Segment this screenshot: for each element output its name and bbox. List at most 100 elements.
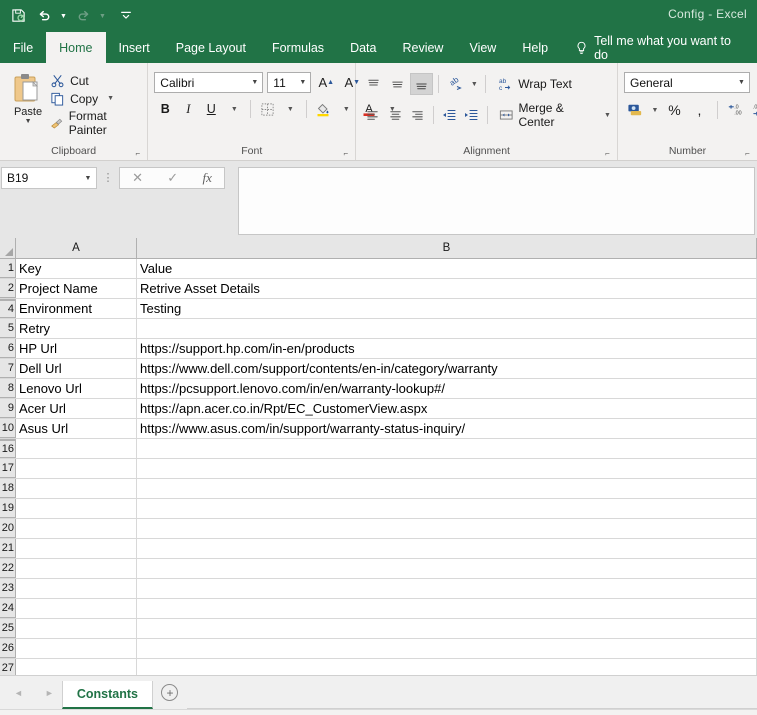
align-right-button[interactable] [407, 104, 428, 126]
row-header[interactable]: 22 [0, 559, 16, 578]
cell-b21[interactable] [137, 539, 757, 558]
cell-a22[interactable] [16, 559, 137, 578]
save-icon[interactable] [6, 3, 30, 27]
row-header[interactable]: 18 [0, 479, 16, 498]
cell-b25[interactable] [137, 619, 757, 638]
row-header[interactable]: 27 [0, 659, 16, 675]
row-header[interactable]: 1 [0, 259, 16, 278]
row-header[interactable]: 6 [0, 339, 16, 358]
table-row[interactable]: 27 [0, 659, 757, 675]
table-row[interactable]: 8 Lenovo Url https://pcsupport.lenovo.com/… [0, 379, 757, 399]
number-format-dropdown-icon[interactable]: ▼ [734, 79, 749, 86]
italic-button[interactable]: I [177, 98, 199, 120]
cell-a27[interactable] [16, 659, 137, 675]
borders-dropdown-icon[interactable]: ▼ [279, 98, 301, 120]
underline-dropdown-icon[interactable]: ▼ [223, 98, 245, 120]
bold-button[interactable]: B [154, 98, 176, 120]
table-row[interactable]: 17 [0, 459, 757, 479]
table-row[interactable]: 4 Environment Testing [0, 299, 757, 319]
borders-button[interactable] [256, 98, 278, 120]
previous-sheet-icon[interactable]: ◄ [14, 688, 23, 698]
number-format-combo[interactable]: General ▼ [624, 72, 750, 93]
cell-b1[interactable]: Value [137, 259, 757, 278]
cell-a26[interactable] [16, 639, 137, 658]
cell-a24[interactable] [16, 599, 137, 618]
sheet-tab-constants[interactable]: Constants [61, 681, 153, 709]
cell-a18[interactable] [16, 479, 137, 498]
tab-insert[interactable]: Insert [106, 32, 163, 63]
cell-a10[interactable]: Asus Url [16, 419, 137, 438]
cell-b16[interactable] [137, 439, 757, 458]
font-name-dropdown-icon[interactable]: ▼ [247, 79, 262, 86]
cell-b10[interactable]: https://www.asus.com/in/support/warranty… [137, 419, 757, 438]
row-header[interactable]: 7 [0, 359, 16, 378]
decrease-indent-button[interactable] [439, 104, 460, 126]
table-row[interactable]: 2 Project Name Retrive Asset Details [0, 279, 757, 299]
cell-b2[interactable]: Retrive Asset Details [137, 279, 757, 298]
tab-help[interactable]: Help [509, 32, 561, 63]
undo-dropdown-icon[interactable]: ▼ [58, 3, 69, 27]
cell-a8[interactable]: Lenovo Url [16, 379, 137, 398]
row-header[interactable]: 4 [0, 299, 16, 318]
table-row[interactable]: 18 [0, 479, 757, 499]
copy-dropdown-icon[interactable]: ▼ [107, 95, 114, 102]
cell-b9[interactable]: https://apn.acer.co.in/Rpt/EC_CustomerVi… [137, 399, 757, 418]
row-header[interactable]: 19 [0, 499, 16, 518]
cell-b17[interactable] [137, 459, 757, 478]
table-row[interactable]: 16 [0, 439, 757, 459]
cell-b27[interactable] [137, 659, 757, 675]
cell-a1[interactable]: Key [16, 259, 137, 278]
table-row[interactable]: 24 [0, 599, 757, 619]
tab-formulas[interactable]: Formulas [259, 32, 337, 63]
tab-file[interactable]: File [0, 32, 46, 63]
cell-b19[interactable] [137, 499, 757, 518]
font-size-dropdown-icon[interactable]: ▼ [295, 79, 310, 86]
row-header[interactable]: 9 [0, 399, 16, 418]
copy-button[interactable]: Copy ▼ [50, 91, 141, 106]
cell-b8[interactable]: https://pcsupport.lenovo.com/in/en/warra… [137, 379, 757, 398]
table-row[interactable]: 26 [0, 639, 757, 659]
align-left-button[interactable] [362, 104, 383, 126]
cell-a4[interactable]: Environment [16, 299, 137, 318]
next-sheet-icon[interactable]: ► [45, 688, 54, 698]
tab-review[interactable]: Review [389, 32, 456, 63]
cell-b23[interactable] [137, 579, 757, 598]
align-bottom-button[interactable] [410, 73, 434, 95]
increase-font-size-button[interactable]: A ▲ [315, 72, 337, 93]
row-header[interactable]: 10 [0, 419, 16, 438]
row-header[interactable]: 16 [0, 439, 16, 458]
cell-b6[interactable]: https://support.hp.com/in-en/products [137, 339, 757, 358]
insert-function-icon[interactable]: fx [202, 170, 211, 186]
undo-icon[interactable] [32, 3, 56, 27]
fill-color-dropdown-icon[interactable]: ▼ [335, 98, 357, 120]
row-header[interactable]: 17 [0, 459, 16, 478]
row-header[interactable]: 25 [0, 619, 16, 638]
cell-b20[interactable] [137, 519, 757, 538]
accounting-format-button[interactable] [624, 99, 647, 121]
cell-a6[interactable]: HP Url [16, 339, 137, 358]
cell-b4[interactable]: Testing [137, 299, 757, 318]
cell-a25[interactable] [16, 619, 137, 638]
alignment-dialog-launcher-icon[interactable]: ⌐ [603, 149, 612, 158]
table-row[interactable]: 1 Key Value [0, 259, 757, 279]
orientation-dropdown-icon[interactable]: ▼ [468, 73, 480, 95]
merge-center-dropdown-icon[interactable]: ▼ [604, 112, 611, 119]
format-painter-button[interactable]: Format Painter [50, 109, 141, 137]
row-header[interactable]: 26 [0, 639, 16, 658]
table-row[interactable]: 5 Retry [0, 319, 757, 339]
cell-a7[interactable]: Dell Url [16, 359, 137, 378]
decrease-decimal-button[interactable]: .00 .0 [749, 99, 757, 121]
table-row[interactable]: 21 [0, 539, 757, 559]
column-header-a[interactable]: A [16, 238, 137, 258]
column-header-b[interactable]: B [137, 238, 757, 258]
formula-input[interactable] [238, 167, 755, 235]
cell-b22[interactable] [137, 559, 757, 578]
enter-icon[interactable]: ✓ [167, 170, 178, 186]
tab-home[interactable]: Home [46, 32, 106, 63]
fill-color-button[interactable] [312, 98, 334, 120]
table-row[interactable]: 25 [0, 619, 757, 639]
row-header[interactable]: 23 [0, 579, 16, 598]
cell-a17[interactable] [16, 459, 137, 478]
row-header[interactable]: 5 [0, 319, 16, 338]
table-row[interactable]: 10 Asus Url https://www.asus.com/in/suppor… [0, 419, 757, 439]
